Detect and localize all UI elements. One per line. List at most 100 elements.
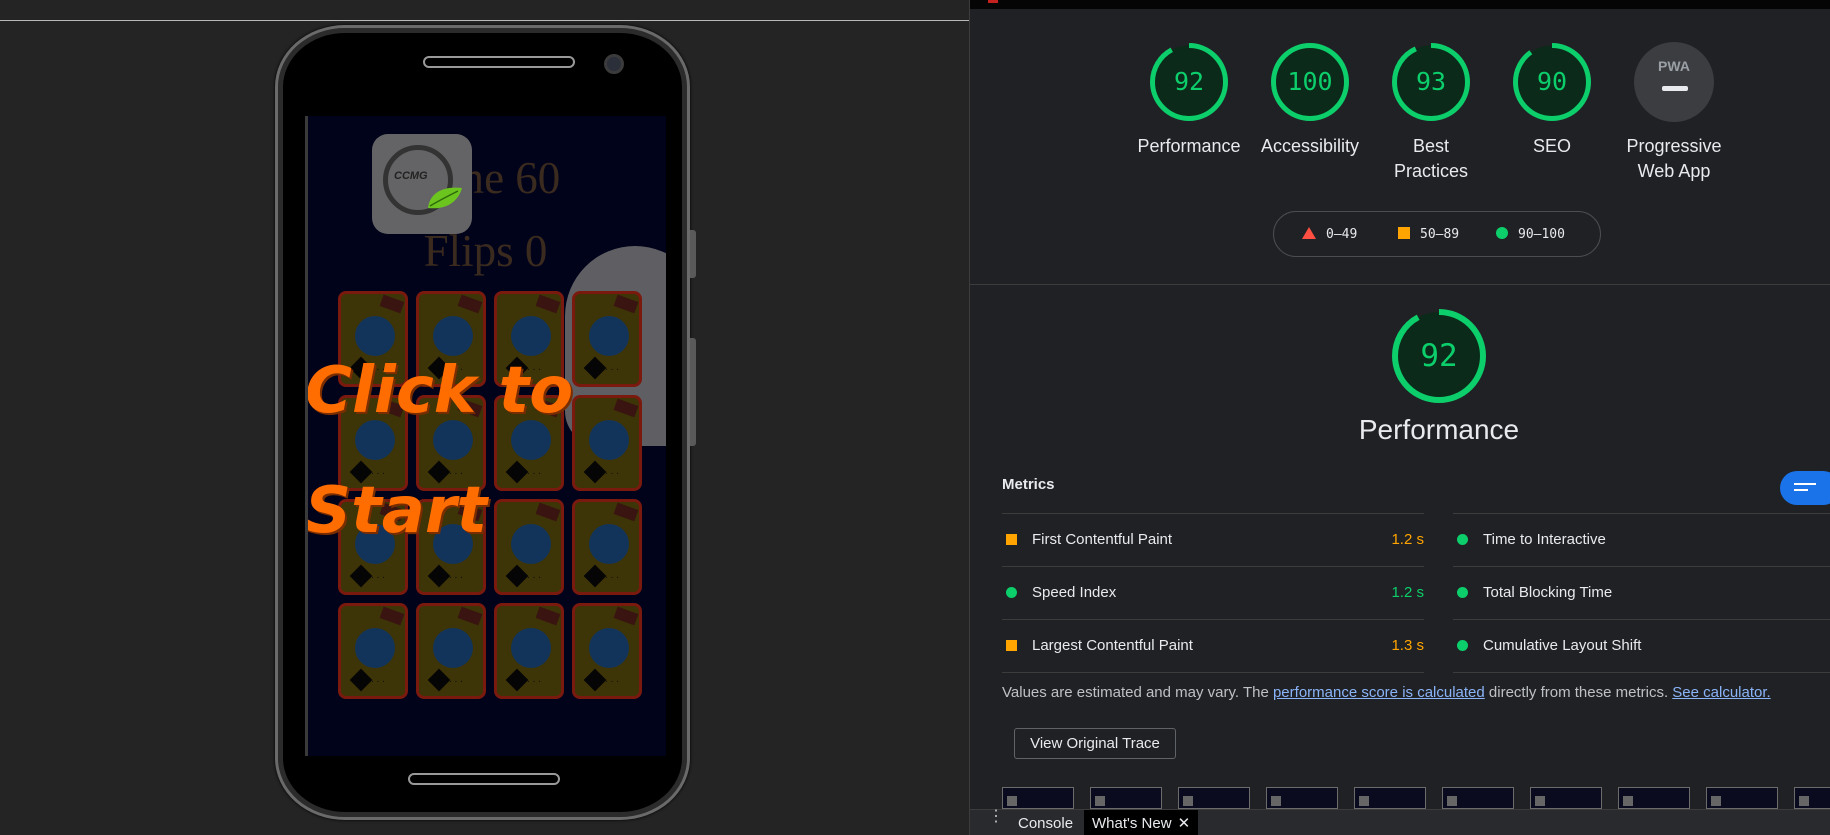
note-prefix: Values are estimated and may vary. The [1002, 684, 1273, 701]
card-diamond-decor [427, 668, 451, 692]
start-overlay[interactable]: Click to Start [305, 331, 666, 571]
see-calculator-link[interactable]: See calculator. [1672, 684, 1770, 701]
toggle-line-icon [1794, 483, 1816, 485]
gauge-accessibility[interactable]: 100 Accessibility [1255, 42, 1365, 159]
note-middle: directly from these metrics. [1484, 684, 1673, 701]
metrics-note: Values are estimated and may vary. The p… [1002, 684, 1771, 701]
gauge-pwa[interactable]: PWA Progressive Web App [1610, 42, 1738, 184]
view-original-trace-button[interactable]: View Original Trace [1014, 728, 1176, 759]
phone-volume-button [690, 338, 696, 446]
memory-card[interactable]: ∙ ∙ ∙ [494, 603, 564, 699]
gauge-score: 100 [1287, 67, 1333, 96]
overlay-line-1: Click to [305, 354, 574, 428]
gauge-performance[interactable]: 92 Performance [1134, 42, 1244, 159]
memory-card[interactable]: ∙ ∙ ∙ [338, 603, 408, 699]
pwa-badge-text: PWA [1658, 58, 1690, 74]
phone-side-button [690, 230, 696, 278]
card-dots-decor: ∙ ∙ ∙ [605, 572, 619, 583]
viewport-divider [0, 20, 969, 21]
legend-pass: 90–100 [1496, 227, 1565, 242]
overlay-line-2: Start [305, 474, 488, 548]
gauge-label: Progressive Web App [1626, 136, 1722, 181]
metric-row[interactable]: Time to Interactive [1453, 513, 1830, 566]
legend-average: 50–89 [1398, 227, 1459, 242]
card-dots-decor: ∙ ∙ ∙ [449, 572, 463, 583]
card-flag-decor [379, 294, 405, 314]
metric-value: 1.3 s [1391, 637, 1424, 654]
card-dots-decor: ∙ ∙ ∙ [527, 676, 541, 687]
metric-row[interactable]: Largest Contentful Paint 1.3 s [1002, 619, 1424, 672]
filmstrip-thumbnail [1618, 787, 1690, 809]
filmstrip-thumbnail [1178, 787, 1250, 809]
metric-row[interactable]: First Contentful Paint 1.2 s [1002, 513, 1424, 566]
card-flag-decor [379, 606, 405, 626]
devtools-topbar [970, 0, 1830, 9]
tab-console[interactable]: Console [1010, 810, 1081, 835]
card-flag-decor [457, 606, 483, 626]
globe-icon [355, 628, 395, 668]
gauge-seo[interactable]: 90 SEO [1497, 42, 1607, 159]
gauge-best-practices[interactable]: 93 Best Practices [1376, 42, 1486, 184]
legend-fail-text: 0–49 [1326, 227, 1358, 242]
filmstrip-thumbnail [1002, 787, 1074, 809]
filmstrip-thumbnail [1266, 787, 1338, 809]
section-divider [970, 284, 1830, 285]
logo-text: CCMG [394, 170, 428, 182]
globe-icon [433, 628, 473, 668]
card-diamond-decor [583, 668, 607, 692]
phone-camera [604, 54, 624, 74]
metric-row[interactable]: Speed Index 1.2 s [1002, 566, 1424, 619]
metrics-bottom-border [1002, 672, 1424, 673]
metrics-bottom-border [1453, 672, 1830, 673]
pass-circle-icon [1457, 534, 1468, 545]
pass-circle-icon [1457, 587, 1468, 598]
toggle-line-icon [1794, 489, 1808, 491]
legend-pass-text: 90–100 [1518, 227, 1565, 242]
legend-fail: 0–49 [1302, 227, 1357, 242]
card-flag-decor [457, 294, 483, 314]
memory-card[interactable]: ∙ ∙ ∙ [572, 603, 642, 699]
kebab-menu-icon[interactable]: ⋮ [988, 809, 1004, 825]
filmstrip [1002, 787, 1830, 809]
card-flag-decor [535, 606, 561, 626]
metrics-column-right: Time to Interactive Total Blocking Time … [1453, 513, 1830, 673]
filmstrip-thumbnail [1794, 787, 1830, 809]
thumbnail-logo [1007, 796, 1017, 806]
pwa-badge: PWA [1634, 42, 1714, 122]
average-square-icon [1006, 534, 1017, 545]
devtools-drawer: ⋮ Console What's New ✕ [970, 809, 1830, 835]
globe-icon [589, 628, 629, 668]
memory-card[interactable]: ∙ ∙ ∙ [416, 603, 486, 699]
gauge-label: Best Practices [1393, 136, 1469, 181]
score-calculated-link[interactable]: performance score is calculated [1273, 684, 1485, 701]
screen-edge [305, 116, 308, 756]
performance-big-gauge: 92 [1391, 308, 1487, 404]
metric-value: 1.2 s [1391, 584, 1424, 601]
gauge-label: Accessibility [1260, 136, 1360, 156]
gauge-score: 90 [1536, 67, 1568, 96]
score-legend: 0–49 50–89 90–100 [1273, 211, 1601, 257]
metrics-view-toggle[interactable] [1780, 471, 1830, 505]
card-diamond-decor [349, 668, 373, 692]
pwa-dash-icon [1662, 86, 1688, 91]
metric-name: Speed Index [1032, 584, 1117, 601]
topbar-marker [988, 0, 998, 3]
metrics-column-left: First Contentful Paint 1.2 s Speed Index… [1002, 513, 1424, 673]
tab-whats-new[interactable]: What's New ✕ [1084, 810, 1199, 835]
pass-circle-icon [1006, 587, 1017, 598]
phone-screen[interactable]: Time 60 Flips 0 CCMG ∙ ∙ ∙ ∙ ∙ ∙ ∙ ∙ ∙ ∙ ∙ … [305, 116, 666, 756]
metric-row[interactable]: Cumulative Layout Shift [1453, 619, 1830, 672]
close-icon[interactable]: ✕ [1178, 815, 1191, 832]
thumbnail-logo [1799, 796, 1809, 806]
game-flips: Flips 0 [423, 226, 548, 276]
thumbnail-logo [1447, 796, 1457, 806]
thumbnail-logo [1711, 796, 1721, 806]
thumbnail-logo [1183, 796, 1193, 806]
thumbnail-logo [1623, 796, 1633, 806]
phone-speaker [423, 56, 575, 68]
filmstrip-thumbnail [1090, 787, 1162, 809]
metric-row[interactable]: Total Blocking Time [1453, 566, 1830, 619]
card-flag-decor [613, 294, 639, 314]
app-logo: CCMG [372, 134, 472, 234]
filmstrip-thumbnail [1530, 787, 1602, 809]
